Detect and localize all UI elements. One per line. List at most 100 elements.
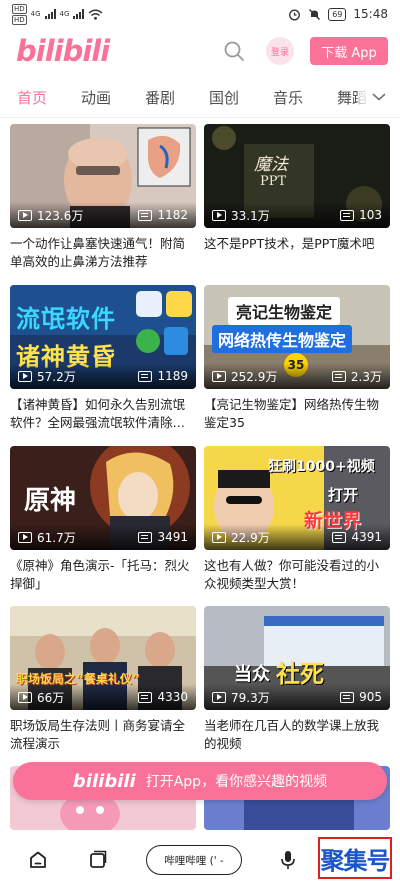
video-thumbnail[interactable]: 亮记生物鉴定 网络热传生物鉴定 35 252.9万 2.3万 [204,285,390,389]
video-title[interactable]: 《原神》角色演示-「托马：烈火捍御」 [10,557,196,593]
browser-address-pill[interactable]: 哔哩哔哩 (' - [146,845,242,875]
danmaku-icon [138,209,153,221]
video-title[interactable]: 【诸神黄昏】如何永久告别流氓软件？全网最强流氓软件清除… [10,396,196,432]
video-thumbnail[interactable]: 狂刷1000+视频 打开 新世界 22.9万 4391 [204,446,390,550]
microphone-icon [281,851,295,869]
play-count: 22.9万 [231,530,270,545]
tabs-button[interactable] [86,848,110,872]
thumbnail-stats: 252.9万 2.3万 [204,363,390,389]
search-button[interactable] [222,39,246,63]
tab-guochuang[interactable]: 国创 [192,87,256,108]
wifi-icon [88,9,103,20]
home-button[interactable] [26,848,50,872]
danmaku-icon [331,370,346,382]
danmaku-count: 905 [359,690,382,704]
signal-icon [44,9,56,19]
hd-indicators: HD HD [12,3,27,25]
video-thumbnail[interactable]: 原神 61.7万 3491 [10,446,196,550]
play-count-icon [212,209,226,221]
video-title[interactable]: 一个动作让鼻塞快速通气！附简单高效的止鼻涕方法推荐 [10,235,196,271]
danmaku-icon [138,370,153,382]
danmaku-count: 103 [359,208,382,222]
signal-icon [73,9,85,19]
video-thumbnail[interactable]: 123.6万 1182 [10,124,196,228]
thumbnail-stats: 57.2万 1189 [10,363,196,389]
thumbnail-stats: 33.1万 103 [204,202,390,228]
thumbnail-stats: 66万 4330 [10,684,196,710]
video-card[interactable]: 魔法 PPT 33.1万 103 这不是PPT技术，是PPT魔术吧 [204,124,390,271]
tab-home[interactable]: 首页 [0,87,64,108]
play-count: 123.6万 [37,208,84,223]
thumbnail-stats: 123.6万 1182 [10,202,196,228]
danmaku-icon [138,531,153,543]
thumbnail-caption: 流氓软件 [16,305,116,333]
play-count-icon [212,691,226,703]
danmaku-icon [340,691,355,703]
danmaku-count: 1189 [157,369,188,383]
status-right: 69 15:48 [288,7,388,21]
video-card[interactable]: 123.6万 1182 一个动作让鼻塞快速通气！附简单高效的止鼻涕方法推荐 [10,124,196,271]
play-count-icon [18,209,32,221]
thumbnail-caption: 打开 [328,486,359,504]
voice-button[interactable] [276,848,300,872]
video-card[interactable]: 原神 61.7万 3491 《原神》角色演示-「托马：烈火捍御」 [10,446,196,593]
open-app-banner[interactable]: bilibili 打开App，看你感兴趣的视频 [13,762,387,800]
play-count-icon [18,531,32,543]
danmaku-icon [340,209,355,221]
play-count-icon [18,691,32,703]
category-tabs: 首页 动画 番剧 国创 音乐 舞蹈 [0,78,400,118]
video-title[interactable]: 这也有人做？你可能没看过的小众视频类型大赏！ [204,557,390,593]
play-count: 61.7万 [37,530,76,545]
tab-animation[interactable]: 动画 [64,87,128,108]
play-count-icon [212,370,226,382]
video-title[interactable]: 当老师在几百人的数学课上放我的视频 [204,717,390,753]
video-title[interactable]: 这不是PPT技术，是PPT魔术吧 [204,235,390,271]
danmaku-icon [332,531,347,543]
thumbnail-stats: 79.3万 905 [204,684,390,710]
video-thumbnail[interactable]: 流氓软件 诸神黄昏 57.2万 1189 [10,285,196,389]
play-count: 33.1万 [231,208,270,223]
chevron-down-icon [372,93,386,101]
search-icon [224,41,244,61]
danmaku-count: 2.3万 [350,369,382,384]
login-button[interactable]: 登录 [266,37,294,65]
bilibili-logo[interactable]: bilibili [16,34,110,68]
video-card[interactable]: 狂刷1000+视频 打开 新世界 22.9万 4391 这也有人做？你可能没看过… [204,446,390,593]
download-app-button[interactable]: 下载 App [310,37,388,65]
danmaku-count: 1182 [157,208,188,222]
play-count-icon [212,531,226,543]
video-thumbnail[interactable]: 职场饭局之“餐桌礼仪” 66万 4330 [10,606,196,710]
video-thumbnail[interactable]: 魔法 PPT 33.1万 103 [204,124,390,228]
watermark-logo: 聚集号 [318,837,392,879]
play-count-icon [18,370,32,382]
bilibili-logo: bilibili [72,770,136,792]
hd-badge: HD [12,3,27,14]
video-thumbnail[interactable]: 当众 社死 79.3万 905 [204,606,390,710]
hd-badge: HD [12,14,27,25]
video-title[interactable]: 职场饭局生存法则丨商务宴请全流程演示 [10,717,196,753]
network-type: 4G [30,10,41,18]
thumbnail-caption: PPT [260,174,287,189]
thumbnail-stats: 22.9万 4391 [204,524,390,550]
video-card[interactable]: 流氓软件 诸神黄昏 57.2万 1189 【诸神黄昏】如何永久告别流氓软件？全网… [10,285,196,432]
thumbnail-caption: 狂刷1000+视频 [268,459,375,475]
tab-music[interactable]: 音乐 [256,87,320,108]
thumbnail-stats: 61.7万 3491 [10,524,196,550]
status-left: HD HD 4G 4G [12,3,103,25]
status-bar: HD HD 4G 4G 69 15:48 [0,0,400,28]
video-card[interactable]: 亮记生物鉴定 网络热传生物鉴定 35 252.9万 2.3万 【亮记生物鉴定】网… [204,285,390,432]
video-card[interactable]: 职场饭局之“餐桌礼仪” 66万 4330 职场饭局生存法则丨商务宴请全流程演示 [10,606,196,753]
danmaku-count: 4391 [351,530,382,544]
video-title[interactable]: 【亮记生物鉴定】网络热传生物鉴定35 [204,396,390,432]
top-header: bilibili 登录 下载 App [0,28,400,74]
battery-icon: 69 [328,7,347,21]
play-count: 57.2万 [37,369,76,384]
play-count: 252.9万 [231,369,278,384]
video-card[interactable]: 当众 社死 79.3万 905 当老师在几百人的数学课上放我的视频 [204,606,390,753]
tabs-icon [90,850,107,868]
tab-bangumi[interactable]: 番剧 [128,87,192,108]
danmaku-count: 3491 [157,530,188,544]
expand-tabs-button[interactable] [358,78,400,116]
thumbnail-caption: 魔法 [254,155,288,175]
danmaku-count: 4330 [157,690,188,704]
